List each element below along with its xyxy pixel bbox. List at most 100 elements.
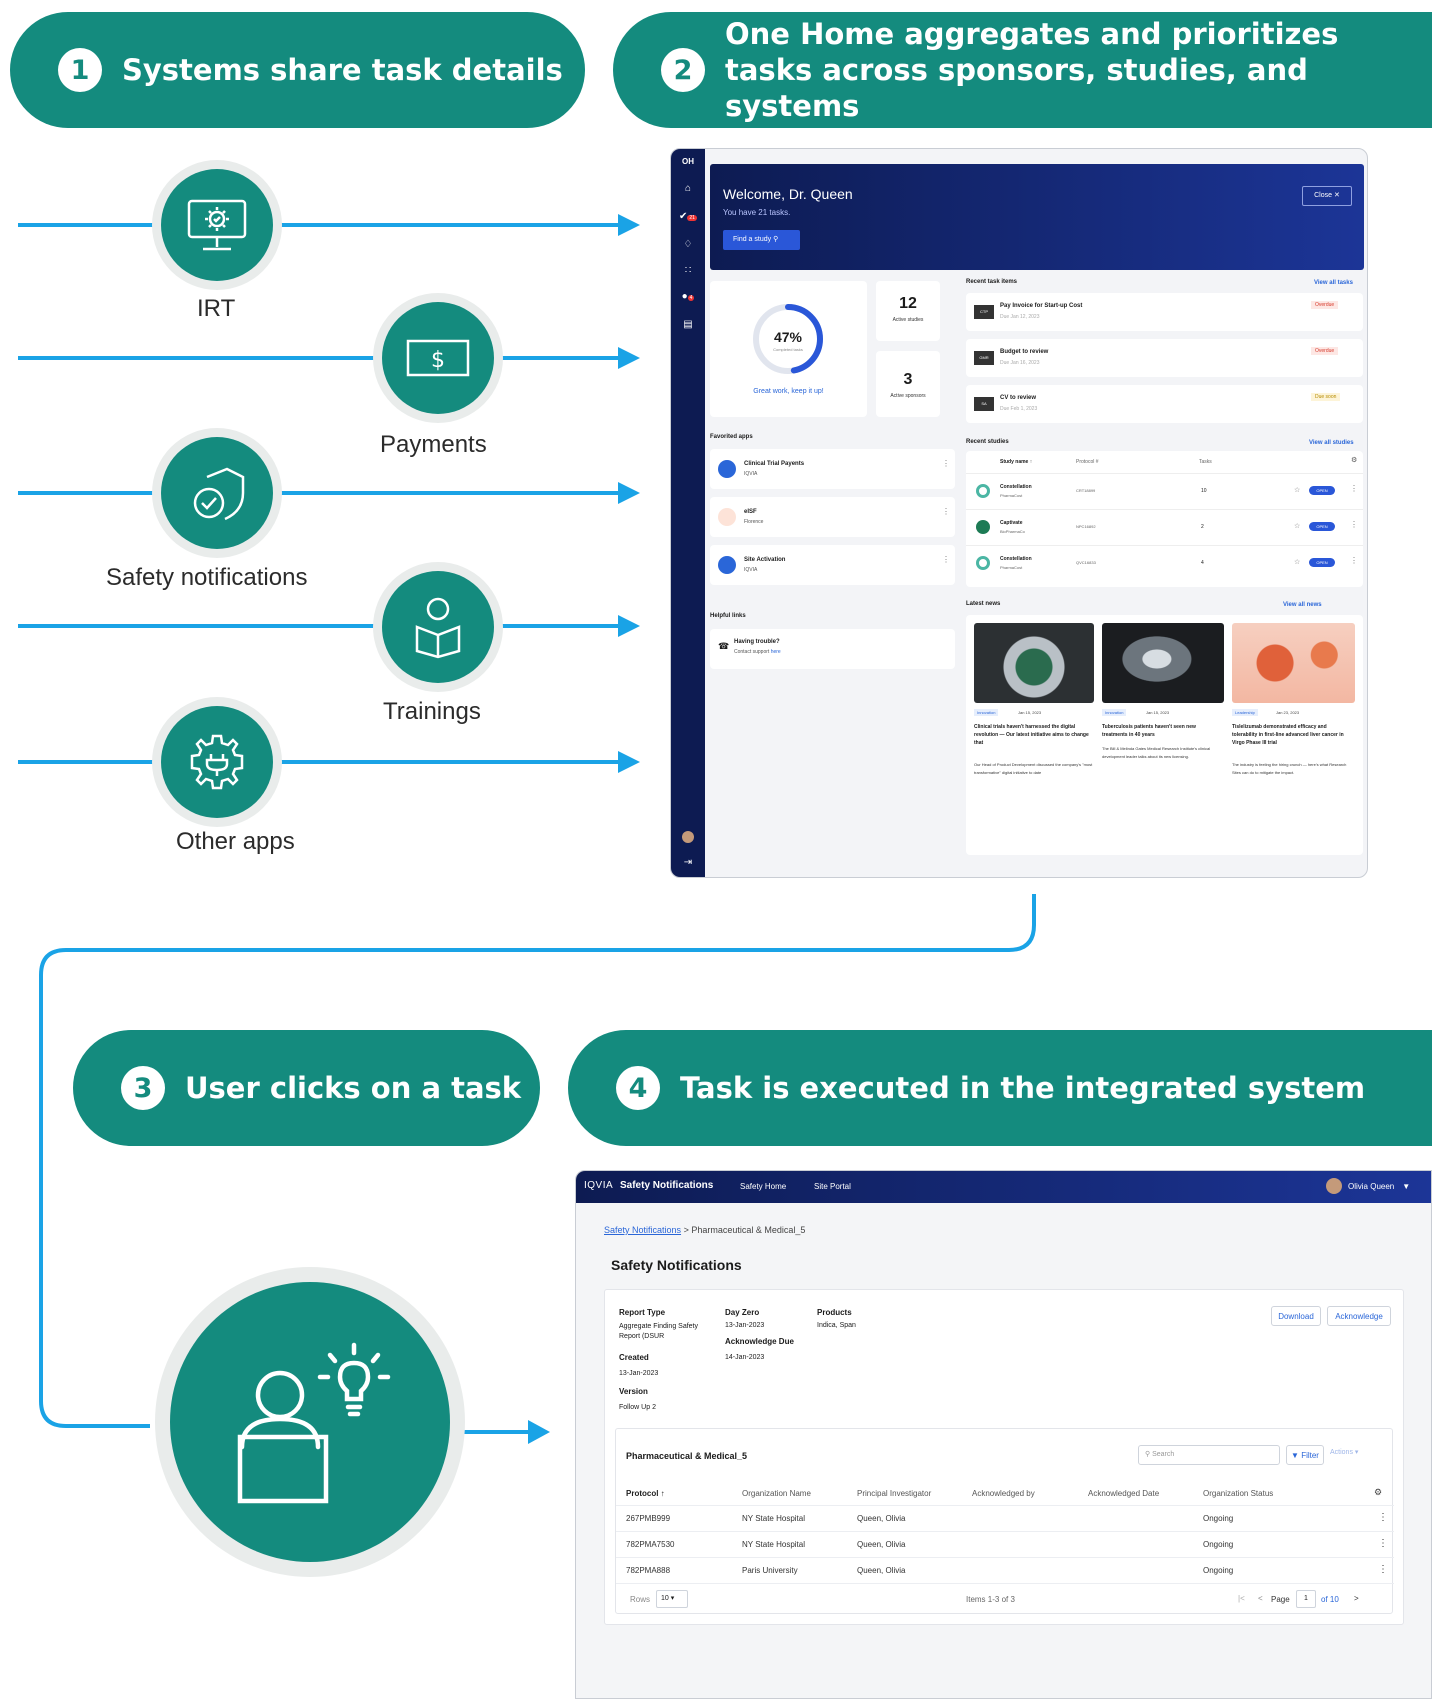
study-name: Constellation [1000,556,1032,562]
search-input[interactable]: ⚲ Search [1138,1445,1280,1465]
more-icon[interactable]: ⋮ [1350,484,1358,493]
nav-safety-home[interactable]: Safety Home [740,1182,786,1191]
report-details-card: Report Type Aggregate Finding Safety Rep… [604,1289,1404,1625]
study-row[interactable]: Constellation PharmaCost QVC16833 4 ☆ OP… [966,545,1363,581]
study-logo [976,520,990,534]
apps-grid-icon[interactable]: ∷ [671,265,705,276]
news-card[interactable]: Innovation Jan 15, 2023 Clinical trials … [974,709,1096,849]
news-body: The industry is feeling the hiring crunc… [1232,762,1347,775]
breadcrumb: Safety Notifications > Pharmaceutical & … [604,1225,805,1235]
more-icon[interactable]: ⋮ [942,507,950,516]
first-page-icon[interactable]: |< [1238,1594,1245,1603]
find-study-button[interactable]: Find a study ⚲ [723,230,800,250]
view-all-studies-link[interactable]: View all studies [1309,440,1354,446]
step-2-banner: 2 One Home aggregates and prioritizes ta… [613,12,1432,128]
step-3-banner: 3 User clicks on a task [73,1030,540,1146]
table-footer: Rows 10 ▾ Items 1-3 of 3 |< < Page 1 of … [616,1583,1394,1613]
fav-app-item[interactable]: Site Activation IQVIA ⋮ [710,545,955,585]
table-row[interactable]: 267PMB999 NY State Hospital Queen, Olivi… [616,1505,1394,1531]
news-card[interactable]: Leadership Jan 23, 2023 Tislelizumab dem… [1232,709,1355,849]
step-4-banner: 4 Task is executed in the integrated sys… [568,1030,1432,1146]
collapse-icon[interactable]: ⇥ [671,857,705,868]
acknowledge-button[interactable]: Acknowledge [1327,1306,1391,1326]
view-all-tasks-link[interactable]: View all tasks [1314,280,1353,286]
org-status-header: Organization Status [1203,1489,1274,1498]
actions-dropdown[interactable]: Actions ▾ [1330,1448,1358,1456]
close-button[interactable]: Close ✕ [1302,186,1352,206]
profile-avatar[interactable] [671,831,705,846]
open-study-button[interactable]: OPEN [1309,522,1335,531]
home-icon[interactable]: ⌂ [671,183,705,194]
news-card[interactable]: Innovation Jan 15, 2023 Tuberculosis pat… [1102,709,1224,849]
fav-app-item[interactable]: eISF Florence ⋮ [710,497,955,537]
progress-caption: Completed tasks [773,347,803,352]
shield-check-icon [193,467,245,521]
task-item[interactable]: GMR Budget to review Due Jan 16, 2023 Ov… [966,339,1363,377]
app-org: IQVIA [744,471,758,477]
prev-page-icon[interactable]: < [1258,1594,1263,1603]
safety-notifications-app: IQVIA Safety Notifications Safety Home S… [575,1170,1432,1699]
page-of: of 10 [1321,1595,1339,1604]
fav-app-item[interactable]: Clinical Trial Payents IQVIA ⋮ [710,449,955,489]
study-logo [976,484,990,498]
version-value: Follow Up 2 [619,1404,656,1411]
table-row[interactable]: 782PMA7530 NY State Hospital Queen, Oliv… [616,1531,1394,1557]
tasks-count-text: You have 21 tasks. [723,208,791,217]
task-status: Due soon [1311,393,1341,401]
star-icon[interactable]: ☆ [1294,558,1300,566]
alerts-icon[interactable]: ● 4 [671,291,705,302]
filter-button[interactable]: ▼ Filter [1286,1445,1324,1465]
task-item[interactable]: CTP Pay Invoice for Start-up Cost Due Ja… [966,293,1363,331]
protocol-header: Protocol # [1076,459,1099,465]
app-name: Site Activation [744,557,786,563]
cell-status: Ongoing [1203,1514,1234,1523]
settings-icon[interactable]: ⚙ [1351,456,1357,464]
more-icon[interactable]: ⋮ [1378,1564,1388,1575]
news-tag: Leadership [1232,709,1258,716]
study-name: Captivate [1000,520,1023,526]
step-1-number: 1 [58,48,102,92]
study-name-header[interactable]: Study name ↑ [1000,459,1032,465]
more-icon[interactable]: ⋮ [942,459,950,468]
download-button[interactable]: Download [1271,1306,1321,1326]
page-input[interactable]: 1 [1296,1590,1316,1608]
support-link[interactable]: here [771,649,781,655]
user-menu[interactable]: Olivia Queen ▼ [1326,1178,1410,1194]
study-row[interactable]: Constellation PharmaCost CRT18899 10 ☆ O… [966,473,1363,509]
dollar-bill-icon: $ [406,339,470,377]
step-4-label: Task is executed in the integrated syste… [680,1071,1366,1105]
more-icon[interactable]: ⋮ [942,555,950,564]
nav-site-portal[interactable]: Site Portal [814,1182,851,1191]
more-icon[interactable]: ⋮ [1350,520,1358,529]
tasks-icon[interactable]: ✔ 21 [671,211,705,222]
breadcrumb-link[interactable]: Safety Notifications [604,1225,681,1235]
app-org: IQVIA [744,567,758,573]
star-icon[interactable]: ☆ [1294,486,1300,494]
safety-node [152,428,282,558]
protocol-header[interactable]: Protocol ↑ [626,1489,665,1498]
news-date: Jan 15, 2023 [1018,710,1042,715]
star-icon[interactable]: ☆ [1294,522,1300,530]
more-icon[interactable]: ⋮ [1378,1538,1388,1549]
study-tasks: 2 [1201,524,1204,530]
cell-pi: Queen, Olivia [857,1566,906,1575]
table-row[interactable]: 782PMA888 Paris University Queen, Olivia… [616,1557,1394,1583]
more-icon[interactable]: ⋮ [1350,556,1358,565]
open-study-button[interactable]: OPEN [1309,558,1335,567]
settings-icon[interactable]: ⚙ [1374,1487,1382,1498]
study-row[interactable]: Captivate BioPharmaCo NPC16892 2 ☆ OPEN … [966,509,1363,545]
studies-icon[interactable]: ♢ [671,239,705,250]
view-all-news-link[interactable]: View all news [1283,602,1322,608]
documents-icon[interactable]: ▤ [671,319,705,330]
close-icon: ✕ [1333,192,1340,199]
one-home-dashboard: OH ⌂ ✔ 21 ♢ ∷ ● 4 ▤ ⇥ Welcome, Dr. Queen Y… [670,148,1368,878]
person-book-icon [415,597,461,659]
more-icon[interactable]: ⋮ [1378,1512,1388,1523]
next-page-icon[interactable]: > [1354,1594,1359,1603]
task-item[interactable]: SA CV to review Due Feb 1, 2023 Due soon [966,385,1363,423]
step-3-number: 3 [121,1066,165,1110]
rows-select[interactable]: 10 ▾ [656,1590,688,1608]
svg-text:$: $ [431,348,445,373]
open-study-button[interactable]: OPEN [1309,486,1335,495]
helpful-sub-text: Contact support [734,649,770,655]
